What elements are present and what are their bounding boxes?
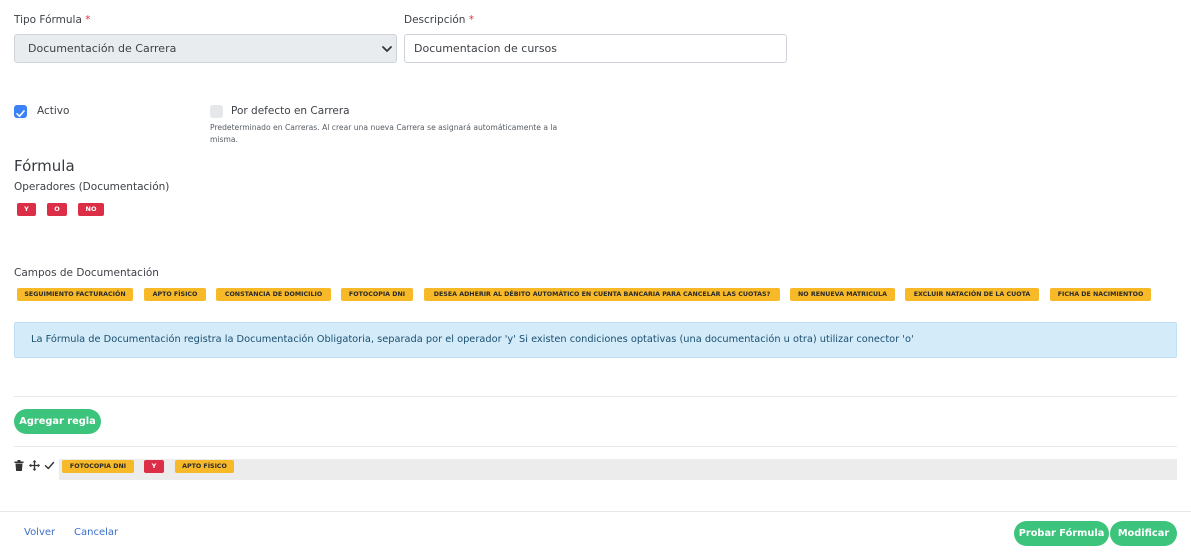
footer-divider	[0, 511, 1191, 512]
operators-label: Operadores (Documentación)	[14, 181, 170, 193]
descripcion-value: Documentacion de cursos	[414, 42, 558, 55]
modify-button[interactable]: Modificar	[1110, 521, 1177, 546]
formula-heading: Fórmula	[14, 157, 75, 175]
check-icon	[16, 110, 25, 117]
tipo-formula-select[interactable]: Documentación de Carrera	[14, 34, 397, 63]
field-apto-fisico[interactable]: APTO FÍSICO	[144, 288, 206, 301]
formula-info-alert: La Fórmula de Documentación registra la …	[14, 322, 1177, 358]
tipo-formula-label: Tipo Fórmula *	[14, 14, 91, 26]
descripcion-input[interactable]: Documentacion de cursos	[404, 34, 787, 63]
operator-no[interactable]: NO	[78, 203, 104, 216]
rule-token-apto-fisico[interactable]: APTO FÍSICO	[175, 460, 234, 473]
operator-o[interactable]: O	[47, 203, 67, 216]
required-mark: *	[468, 14, 475, 26]
rule-token-operator-y[interactable]: Y	[144, 460, 164, 473]
divider	[14, 446, 1177, 447]
trash-icon[interactable]	[14, 460, 24, 471]
volver-link[interactable]: Volver	[24, 527, 55, 538]
tipo-formula-value: Documentación de Carrera	[28, 42, 177, 55]
add-rule-button[interactable]: Agregar regla	[14, 409, 101, 434]
fields-label: Campos de Documentación	[14, 267, 159, 279]
por-defecto-help-line-1: Predeterminado en Carreras. Al crear una…	[210, 123, 558, 132]
operator-y[interactable]: Y	[17, 203, 36, 216]
por-defecto-help-line-2: misma.	[210, 135, 238, 144]
divider	[14, 396, 1177, 397]
por-defecto-checkbox[interactable]	[210, 105, 223, 118]
rule-token-fotocopia-dni[interactable]: FOTOCOPIA DNI	[62, 460, 134, 473]
field-excluir-natacion[interactable]: EXCLUIR NATACIÓN DE LA CUOTA	[905, 288, 1039, 301]
por-defecto-help: Predeterminado en Carreras. Al crear una…	[210, 122, 582, 146]
cancelar-link[interactable]: Cancelar	[74, 527, 118, 538]
field-constancia-domicilio[interactable]: CONSTANCIA DE DOMICILIO	[216, 288, 331, 301]
field-seguimiento-facturacion[interactable]: SEGUIMIENTO FACTURACIÓN	[17, 288, 133, 301]
test-formula-button[interactable]: Probar Fórmula	[1014, 521, 1109, 546]
field-ficha-nacimiento[interactable]: FICHA DE NACIMIENTOO	[1050, 288, 1151, 301]
activo-label: Activo	[37, 105, 70, 117]
tipo-formula-label-text: Tipo Fórmula	[14, 14, 82, 26]
field-fotocopia-dni[interactable]: FOTOCOPIA DNI	[341, 288, 413, 301]
move-icon[interactable]	[29, 460, 40, 471]
por-defecto-label: Por defecto en Carrera	[231, 105, 350, 117]
check-icon[interactable]	[44, 460, 55, 471]
field-debito-automatico[interactable]: DESEA ADHERIR AL DÉBITO AUTOMÁTICO EN CU…	[424, 288, 780, 301]
descripcion-label-text: Descripción	[404, 14, 466, 26]
field-no-renueva-matricula[interactable]: NO RENUEVA MATRICULA	[790, 288, 895, 301]
descripcion-label: Descripción *	[404, 14, 474, 26]
chevron-down-icon	[382, 46, 392, 52]
required-mark: *	[85, 14, 91, 26]
activo-checkbox[interactable]	[14, 105, 27, 118]
